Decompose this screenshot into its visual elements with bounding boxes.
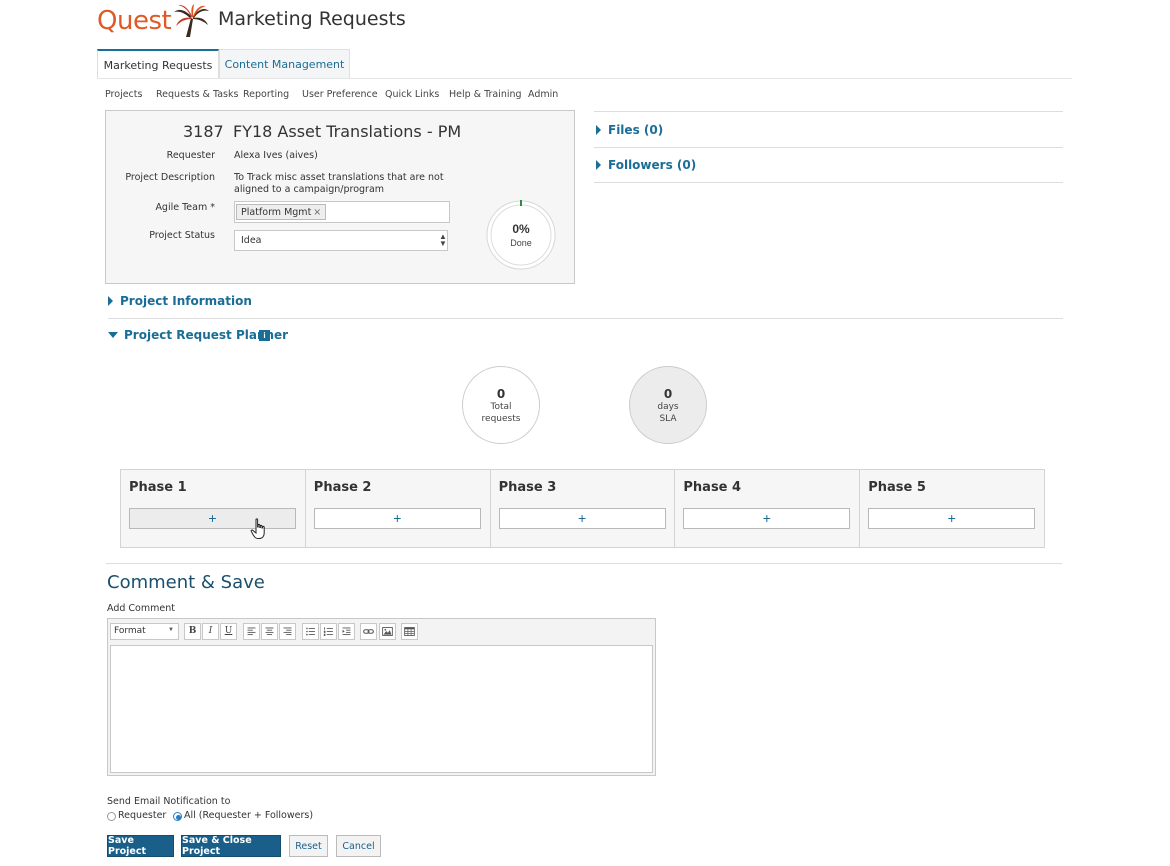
phase-column-4: Phase 4 + (675, 470, 861, 547)
project-information-label: Project Information (120, 294, 252, 308)
image-icon[interactable] (379, 623, 396, 640)
agile-team-label: Agile Team * (155, 202, 215, 213)
project-description-label: Project Description (125, 172, 215, 183)
total-requests-label-line-2: requests (481, 414, 521, 424)
hand-cursor-icon (250, 518, 265, 539)
project-description-line-1: To Track misc asset translations that ar… (234, 172, 444, 183)
files-toggle[interactable]: Files (0) (596, 123, 663, 137)
requester-label: Requester (166, 150, 215, 161)
project-information-toggle[interactable]: Project Information (108, 294, 252, 308)
palm-tree-logo-icon (174, 4, 209, 37)
add-comment-label: Add Comment (107, 603, 175, 614)
agile-team-tag: Platform Mgmt × (236, 204, 327, 220)
select-arrows-icon: ▲ ▼ (439, 232, 447, 248)
comment-save-title: Comment & Save (107, 572, 265, 593)
tab-content-management[interactable]: Content Management (219, 49, 350, 79)
comment-textarea[interactable] (110, 645, 653, 773)
cancel-button[interactable]: Cancel (336, 835, 381, 857)
phase-title: Phase 5 (868, 480, 926, 495)
followers-label: Followers (0) (608, 158, 697, 172)
subnav-projects[interactable]: Projects (105, 89, 142, 100)
add-phase-2-request-button[interactable]: + (313, 508, 481, 529)
subnav-requests-tasks[interactable]: Requests & Tasks (156, 89, 238, 100)
phase-title: Phase 3 (498, 480, 557, 495)
numbered-list-icon[interactable] (320, 623, 337, 640)
bulleted-list-icon[interactable] (302, 623, 319, 640)
italic-button[interactable]: I (202, 623, 219, 640)
chevron-down-icon: ▼ (168, 627, 174, 633)
underline-button[interactable]: U (220, 623, 237, 640)
tag-remove-icon[interactable]: × (313, 207, 321, 218)
link-icon[interactable] (360, 623, 377, 640)
subnav-quick-links[interactable]: Quick Links (385, 89, 439, 100)
add-phase-5-request-button[interactable]: + (868, 508, 1036, 529)
quest-logo-text: Quest (97, 6, 172, 36)
sla-days-label-line-1: days (657, 402, 679, 412)
radio-requester[interactable] (107, 812, 116, 821)
right-panel-divider (594, 147, 1063, 148)
add-phase-4-request-button[interactable]: + (683, 508, 851, 529)
sla-days-value: 0 (663, 387, 673, 401)
phase-title: Phase 4 (683, 480, 742, 495)
phase-title: Phase 1 (129, 480, 187, 495)
save-project-button[interactable]: Save Project (107, 835, 174, 857)
project-id: 3187 (183, 122, 224, 141)
caret-down-icon (108, 331, 118, 338)
add-phase-1-request-button[interactable]: + (129, 508, 296, 529)
total-requests-value: 0 (496, 387, 506, 401)
subnav-reporting[interactable]: Reporting (243, 89, 289, 100)
caret-right-icon (108, 295, 113, 306)
phase-column-1: Phase 1 + (121, 470, 306, 547)
project-status-label: Project Status (149, 230, 215, 241)
total-requests-stat: 0 Total requests (462, 366, 540, 444)
progress-percent: 0% (512, 222, 530, 236)
project-name: FY18 Asset Translations - PM (233, 122, 462, 141)
agile-team-tag-label: Platform Mgmt (241, 206, 312, 218)
requester-value: Alexa Ives (aives) (234, 150, 318, 161)
subnav-admin[interactable]: Admin (528, 89, 558, 100)
phase-column-3: Phase 3 + (491, 470, 676, 547)
add-phase-3-request-button[interactable]: + (498, 508, 666, 529)
radio-requester-label[interactable]: Requester (118, 810, 166, 821)
subnav-user-preference[interactable]: User Preference (302, 89, 378, 100)
followers-toggle[interactable]: Followers (0) (596, 158, 696, 172)
sla-days-stat: 0 days SLA (629, 366, 707, 444)
tab-marketing-requests[interactable]: Marketing Requests (97, 49, 219, 79)
bold-button[interactable]: B (184, 623, 201, 640)
total-requests-label-line-1: Total (490, 402, 512, 412)
table-icon[interactable] (401, 623, 418, 640)
align-left-icon[interactable] (243, 623, 260, 640)
phase-column-5: Phase 5 + (860, 470, 1044, 547)
right-panel-divider (594, 182, 1063, 183)
align-center-icon[interactable] (261, 623, 278, 640)
save-close-project-button[interactable]: Save & Close Project (181, 835, 281, 857)
reset-button[interactable]: Reset (289, 835, 328, 857)
files-label: Files (0) (608, 123, 664, 137)
indent-icon[interactable] (338, 623, 355, 640)
radio-all-label[interactable]: All (Requester + Followers) (184, 810, 313, 821)
section-divider (108, 318, 1063, 319)
subnav-help-training[interactable]: Help & Training (449, 89, 522, 100)
radio-all[interactable] (173, 812, 182, 821)
email-notification-label: Send Email Notification to (107, 796, 231, 807)
caret-right-icon (596, 124, 601, 135)
project-status-select[interactable]: Idea (234, 230, 448, 251)
progress-label: Done (510, 238, 532, 248)
phase-column-2: Phase 2 + (306, 470, 491, 547)
right-panel-divider (594, 111, 1063, 112)
section-divider (106, 563, 1062, 564)
caret-right-icon (596, 159, 601, 170)
phase-title: Phase 2 (313, 480, 372, 495)
project-description-line-2: aligned to a campaign/program (234, 184, 385, 195)
align-right-icon[interactable] (279, 623, 296, 640)
info-icon[interactable]: i (259, 330, 270, 341)
sla-days-label-line-2: SLA (659, 414, 677, 424)
tabs-divider (97, 78, 1072, 79)
app-title: Marketing Requests (218, 8, 406, 30)
